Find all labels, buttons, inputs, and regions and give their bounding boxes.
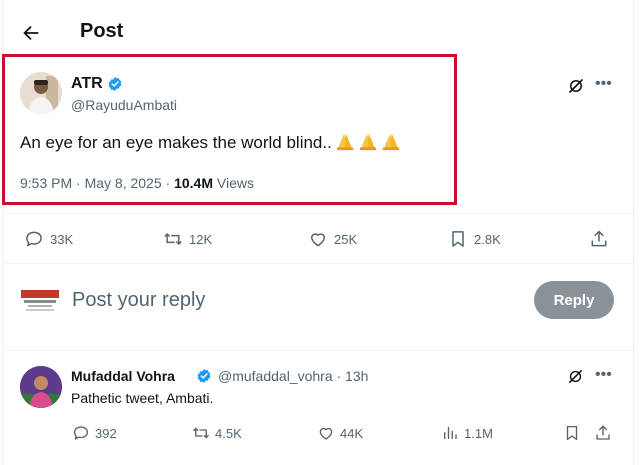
verified-badge-icon [108,77,122,91]
like-count: 44K [340,425,364,441]
bookmark-action[interactable] [563,424,586,442]
like-count: 25K [334,231,358,247]
repost-count: 4.5K [215,425,242,441]
repost-action[interactable]: 4.5K [192,424,242,442]
author-handle[interactable]: @RayuduAmbati [71,97,177,113]
reply-author-name[interactable]: Mufaddal Vohra [71,368,175,384]
reply-count: 33K [50,231,74,247]
divider [4,213,633,214]
folded-hands-icon [382,133,400,151]
bookmark-icon [452,231,464,247]
reply-author-avatar-image [20,366,62,408]
reply-action[interactable]: 33K [24,229,73,249]
repost-icon [164,232,182,246]
share-action[interactable] [589,229,615,249]
grok-icon[interactable] [567,77,585,95]
page-title: Post [80,20,124,42]
bookmark-count: 2.8K [474,231,501,247]
bookmark-icon [566,425,578,441]
view-count: 10.4M [174,175,213,191]
share-action[interactable] [594,424,617,442]
share-icon [591,230,607,247]
user-avatar-image [21,290,59,311]
reply-icon [73,426,89,440]
view-count: 1.1M [464,425,493,441]
more-icon[interactable]: ••• [595,366,612,384]
repost-icon [193,427,209,439]
repost-count: 12K [189,231,213,247]
user-avatar[interactable] [20,287,60,323]
like-action[interactable]: 25K [308,229,357,249]
post-meta: 9:53 PM · May 8, 2025 · 10.4M Views [20,175,254,191]
avatar[interactable] [20,72,62,114]
views-action[interactable]: 1.1M [441,424,493,442]
more-icon[interactable]: ••• [595,75,612,93]
author-name[interactable]: ATR [71,75,103,93]
bookmark-action[interactable]: 2.8K [448,229,501,249]
reply-count: 392 [95,425,117,441]
views-label: Views [213,175,254,191]
repost-action[interactable]: 12K [163,229,212,249]
reply-author-handle[interactable]: @mufaddal_vohra · 13h [218,368,368,384]
emoji-group [334,131,403,156]
share-icon [596,425,610,440]
post-text-body: An eye for an eye makes the world blind.… [20,133,332,152]
folded-hands-icon [336,133,354,151]
folded-hands-icon [359,133,377,151]
verified-badge-icon [197,369,211,383]
avatar-image [20,72,62,114]
divider [4,263,633,264]
like-icon [319,427,333,440]
reply-icon [26,231,42,247]
reply-button[interactable]: Reply [534,281,614,319]
reply-text: Pathetic tweet, Ambati. [71,390,214,406]
post-text: An eye for an eye makes the world blind.… [20,131,403,156]
frame-border-right [633,0,634,465]
like-icon [311,233,325,247]
grok-icon[interactable] [567,368,584,385]
back-arrow-icon[interactable] [20,22,42,44]
like-action[interactable]: 44K [317,424,363,442]
reply-author-avatar[interactable] [20,366,62,408]
views-icon [444,427,457,439]
reply-input[interactable]: Post your reply [72,289,205,312]
reply-action[interactable]: 392 [72,424,117,442]
divider [4,350,633,351]
post-timestamp[interactable]: 9:53 PM · May 8, 2025 · [20,175,174,191]
